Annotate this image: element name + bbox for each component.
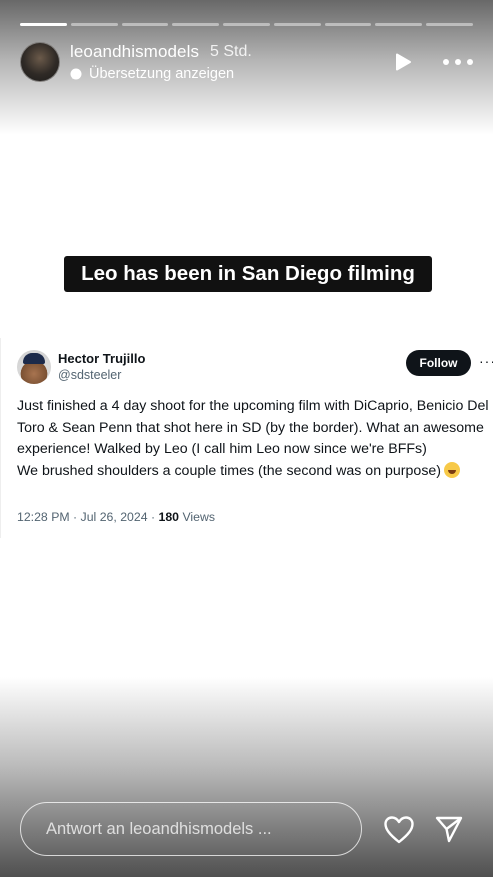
avatar[interactable] <box>20 42 60 82</box>
tweet-text-line: We brushed shoulders a couple times (the… <box>17 461 491 483</box>
story-viewer: leoandhismodels 5 Std. Übersetzung anzei… <box>0 0 493 877</box>
grinning-squinting-face-emoji-icon <box>444 461 461 478</box>
tweet-author-handle: @sdsteeler <box>58 368 122 382</box>
progress-segment <box>223 23 270 26</box>
tweet-card: Hector Trujillo @sdsteeler Follow ··· Ju… <box>0 338 493 538</box>
story-caption: Leo has been in San Diego filming <box>64 256 432 292</box>
progress-segment <box>172 23 220 26</box>
dot <box>443 59 449 65</box>
dot <box>467 59 473 65</box>
progress-segment <box>273 23 321 26</box>
tweet-views-count: 180 <box>158 510 180 524</box>
progress-segment <box>121 23 169 26</box>
tweet-text-span: We brushed shoulders a couple times (the… <box>17 462 442 479</box>
tweet-author-name: Hector Trujillo <box>58 351 146 366</box>
tweet-text: Just finished a 4 day shoot for the upco… <box>17 396 491 482</box>
play-icon[interactable] <box>393 52 413 72</box>
more-icon[interactable] <box>443 53 473 71</box>
reply-field[interactable] <box>20 802 362 856</box>
tweet-text-line: Just finished a 4 day shoot for the upco… <box>17 398 489 457</box>
tweet-avatar <box>17 350 51 384</box>
progress-segment <box>324 23 372 26</box>
progress-segment <box>20 23 67 26</box>
dot <box>455 59 461 65</box>
story-header: leoandhismodels 5 Std. Übersetzung anzei… <box>20 40 473 84</box>
progress-segment <box>70 23 118 26</box>
reply-input[interactable] <box>21 803 361 855</box>
story-progress-bar <box>20 23 474 26</box>
tweet-timestamp: 12:28 PM · Jul 26, 2024 · <box>17 510 159 524</box>
progress-segment <box>375 23 423 26</box>
follow-button: Follow <box>406 350 471 376</box>
tweet-views-label: Views <box>179 510 216 524</box>
translate-link[interactable]: Übersetzung anzeigen <box>70 66 234 82</box>
username[interactable]: leoandhismodels <box>70 42 199 62</box>
post-time: 5 Std. <box>210 43 252 60</box>
translate-icon <box>70 68 82 80</box>
tweet-meta: 12:28 PM · Jul 26, 2024 · 180 Views <box>17 510 215 524</box>
heart-icon[interactable] <box>383 815 415 845</box>
progress-segment <box>426 23 474 26</box>
translate-label: Übersetzung anzeigen <box>89 66 235 82</box>
send-icon[interactable] <box>434 814 464 844</box>
tweet-more-icon: ··· <box>479 353 493 369</box>
